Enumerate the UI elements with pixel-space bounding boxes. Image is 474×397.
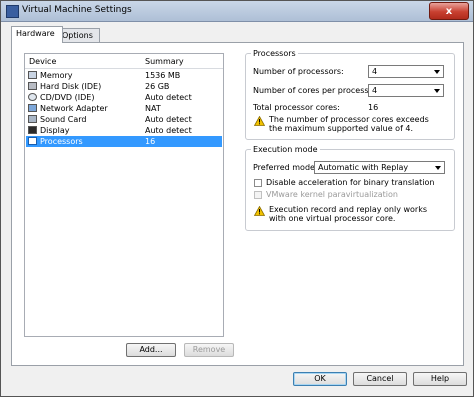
disable-acceleration-label[interactable]: Disable acceleration for binary translat… <box>266 178 434 187</box>
remove-device-button[interactable]: Remove <box>184 343 234 357</box>
device-summary: Auto detect <box>145 115 192 124</box>
device-row-memory[interactable]: Memory 1536 MB <box>26 70 222 81</box>
column-header-summary[interactable]: Summary <box>145 57 184 66</box>
preferred-mode-label: Preferred mode: <box>253 163 318 172</box>
disable-acceleration-checkbox[interactable] <box>254 179 262 187</box>
processors-warning-text: The number of processor cores exceeds th… <box>269 115 429 133</box>
display-icon <box>28 126 37 134</box>
cores-per-processor-label: Number of cores per processor: <box>253 86 380 95</box>
chevron-down-icon <box>434 89 440 93</box>
preferred-mode-value: Automatic with Replay <box>318 163 409 172</box>
device-row-display[interactable]: Display Auto detect <box>26 125 222 136</box>
virtual-machine-settings-window: Virtual Machine Settings x Hardware Opti… <box>0 0 474 397</box>
device-name: Memory <box>40 71 73 80</box>
chevron-down-icon <box>435 166 441 170</box>
network-adapter-icon <box>28 104 37 112</box>
help-button[interactable]: Help <box>413 372 467 386</box>
sound-card-icon <box>28 115 37 123</box>
cd-dvd-icon <box>28 93 37 101</box>
device-summary: Auto detect <box>145 93 192 102</box>
ok-button[interactable]: OK <box>293 372 347 386</box>
device-name: Processors <box>40 137 83 146</box>
device-row-sound-card[interactable]: Sound Card Auto detect <box>26 114 222 125</box>
device-row-network-adapter[interactable]: Network Adapter NAT <box>26 103 222 114</box>
warning-icon <box>254 206 265 216</box>
window-title: Virtual Machine Settings <box>22 5 132 15</box>
processors-group-title: Processors <box>251 49 298 58</box>
device-row-processors[interactable]: Processors 16 <box>26 136 222 147</box>
title-bar[interactable]: Virtual Machine Settings x <box>1 1 473 22</box>
device-name: Network Adapter <box>40 104 108 113</box>
chevron-down-icon <box>434 70 440 74</box>
device-name: Sound Card <box>40 115 87 124</box>
device-name: CD/DVD (IDE) <box>40 93 95 102</box>
device-list-header: Device Summary <box>25 54 223 69</box>
device-summary: 1536 MB <box>145 71 181 80</box>
cancel-button[interactable]: Cancel <box>353 372 407 386</box>
cores-per-processor-select[interactable]: 4 <box>368 84 444 97</box>
device-row-hard-disk[interactable]: Hard Disk (IDE) 26 GB <box>26 81 222 92</box>
execution-mode-group: Execution mode Preferred mode: Automatic… <box>245 145 455 231</box>
processors-group: Processors Number of processors: 4 Numbe… <box>245 49 455 140</box>
memory-icon <box>28 71 37 79</box>
hard-disk-icon <box>28 82 37 90</box>
device-summary: 16 <box>145 137 156 146</box>
total-cores-label: Total processor cores: <box>253 103 340 112</box>
device-summary: NAT <box>145 104 161 113</box>
vmware-kernel-paravirtualization-checkbox[interactable] <box>254 191 262 199</box>
total-cores-value: 16 <box>368 103 379 112</box>
device-name: Hard Disk (IDE) <box>40 82 102 91</box>
num-processors-label: Number of processors: <box>253 67 344 76</box>
tab-options[interactable]: Options <box>57 28 100 42</box>
add-device-button[interactable]: Add... <box>126 343 176 357</box>
device-summary: Auto detect <box>145 126 192 135</box>
vmware-kernel-paravirtualization-label: VMware kernel paravirtualization <box>266 190 398 199</box>
hardware-tab-panel: Device Summary Memory 1536 MB Hard Disk … <box>11 42 464 366</box>
vmware-app-icon <box>6 5 19 18</box>
num-processors-value: 4 <box>372 67 378 76</box>
close-button[interactable]: x <box>429 2 469 20</box>
cores-per-processor-value: 4 <box>372 86 378 95</box>
device-summary: 26 GB <box>145 82 170 91</box>
device-list[interactable]: Device Summary Memory 1536 MB Hard Disk … <box>24 53 224 337</box>
device-row-cd-dvd[interactable]: CD/DVD (IDE) Auto detect <box>26 92 222 103</box>
execution-mode-group-title: Execution mode <box>251 145 320 154</box>
tab-hardware[interactable]: Hardware <box>11 26 63 43</box>
execution-mode-warning-text: Execution record and replay only works w… <box>269 205 427 223</box>
num-processors-select[interactable]: 4 <box>368 65 444 78</box>
device-name: Display <box>40 126 70 135</box>
column-header-device[interactable]: Device <box>29 57 56 66</box>
processor-icon <box>28 137 37 145</box>
warning-icon <box>254 116 265 126</box>
preferred-mode-select[interactable]: Automatic with Replay <box>314 161 445 174</box>
